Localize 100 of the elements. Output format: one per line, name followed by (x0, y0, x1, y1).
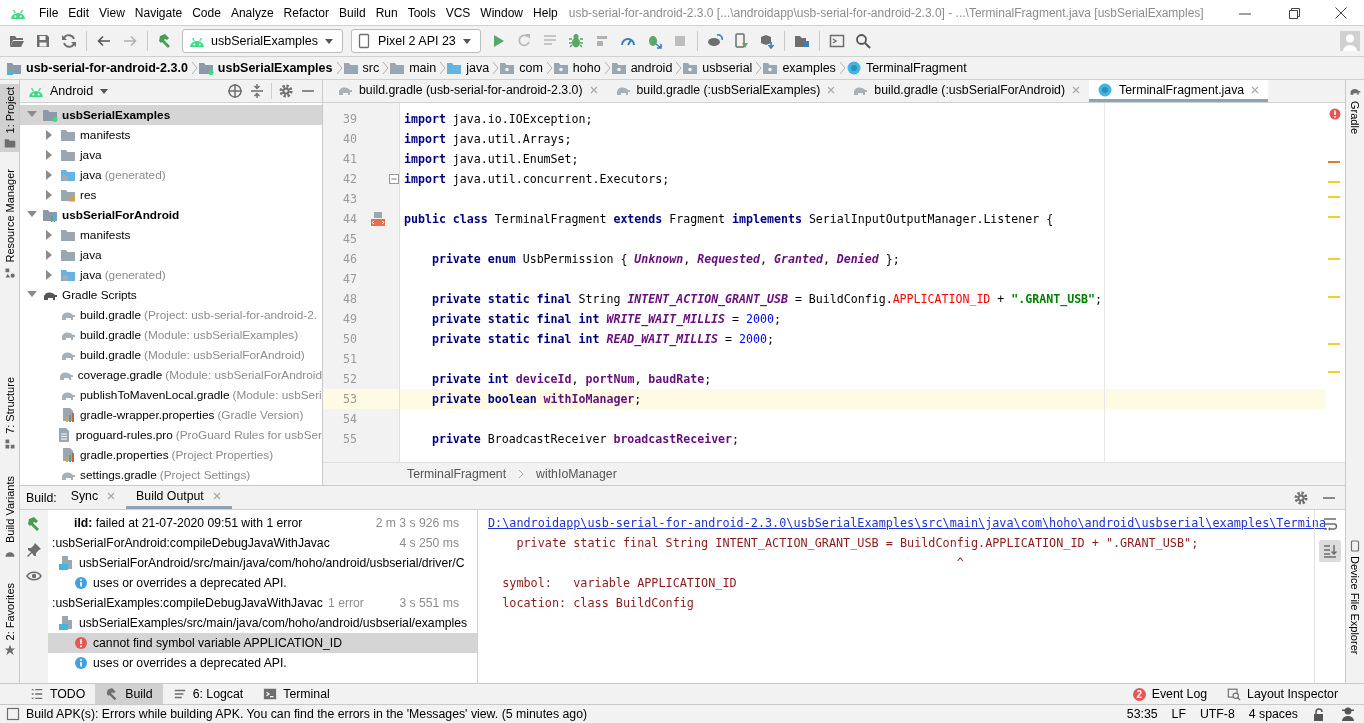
tree-item[interactable]: usbSerialExamples (20, 105, 322, 125)
collapse-icon[interactable] (249, 83, 265, 99)
menu-item[interactable]: Edit (63, 2, 95, 23)
tree-item[interactable]: proguard-rules.pro (ProGuard Rules for usbSer (20, 425, 322, 445)
event-log-button[interactable]: 2 Event Log (1122, 684, 1218, 704)
editor-tab[interactable]: build.gradle (:usbSerialForAndroid) (844, 80, 1090, 102)
tree-item[interactable]: build.gradle (Module: usbSerialExamples) (20, 325, 322, 345)
build-tree-item[interactable]: usbSerialForAndroid/src/main/java/com/hoho/android/usbserial/driver/C (48, 553, 477, 573)
search-icon[interactable] (854, 33, 871, 49)
build-tree-item[interactable]: :usbSerialForAndroid:compileDebugJavaWithJavac 4 s 250 ms (48, 533, 477, 553)
save-icon[interactable] (35, 33, 51, 49)
cube-download-icon[interactable] (758, 33, 775, 49)
build-tree-item[interactable]: uses or overrides a deprecated API. (48, 573, 477, 593)
tree-item[interactable]: manifests (20, 225, 322, 245)
breadcrumb-item[interactable]: src (342, 60, 383, 76)
tool-window-tab[interactable]: Resource Manager (0, 166, 19, 283)
tool-window-tab[interactable]: 1: Project (0, 84, 19, 153)
menu-item[interactable]: Refactor (278, 2, 334, 23)
forward-arrow-icon[interactable] (122, 33, 138, 49)
debug-icon[interactable] (567, 33, 584, 49)
build-tree-item[interactable]: cannot find symbol variable APPLICATION_ID (48, 633, 477, 653)
tool-window-tab[interactable]: Terminal (253, 684, 340, 704)
tree-item[interactable]: gradle.properties (Project Properties) (20, 445, 322, 465)
rerun-icon[interactable] (515, 33, 532, 49)
tree-item[interactable]: build.gradle (Project: usb-serial-for-android-2. (20, 305, 322, 325)
restore-icon[interactable] (1286, 5, 1300, 20)
panel-tab[interactable]: Sync (60, 486, 127, 509)
tree-item[interactable]: java (generated) (20, 265, 322, 285)
tree-item[interactable]: java (generated) (20, 165, 322, 185)
menu-item[interactable]: Run (370, 2, 403, 23)
fold-marker-icon[interactable] (389, 174, 399, 184)
tool-window-tab[interactable]: Build (95, 684, 163, 704)
tool-window-tab[interactable]: Build Variants (0, 472, 19, 562)
menu-item[interactable]: Analyze (225, 2, 279, 23)
editor-tab[interactable]: build.gradle (:usbSerialExamples) (606, 80, 845, 102)
tree-item[interactable]: coverage.gradle (Module: usbSerialForAndroid (20, 365, 322, 385)
pin-icon[interactable] (26, 542, 42, 558)
breadcrumb-item[interactable]: com (499, 60, 546, 76)
menu-item[interactable]: VCS (440, 2, 476, 23)
layout-inspector-button[interactable]: Layout Inspector (1217, 684, 1348, 704)
menu-item[interactable]: Help (528, 2, 563, 23)
tool-window-tab[interactable]: 6: Logcat (162, 684, 254, 704)
build-tree-item[interactable]: ild: failed at 21-07-2020 09:51 with 1 error 2 m 3 s 926 ms (48, 513, 477, 533)
hammer-icon[interactable] (157, 33, 173, 49)
panel-toggle-icon[interactable] (6, 707, 20, 721)
breadcrumb-item[interactable]: main (389, 60, 440, 76)
build-tree-item[interactable]: :usbSerialExamples:compileDebugJavaWithJavac 1 error 3 s 551 ms (48, 593, 477, 613)
tree-item[interactable]: settings.gradle (Project Settings) (20, 465, 322, 485)
lock-icon[interactable] (1312, 707, 1326, 721)
line-separator[interactable]: LF (1171, 707, 1186, 721)
settings-icon[interactable] (278, 83, 294, 99)
tree-item[interactable]: Gradle Scripts (20, 285, 322, 305)
build-tree-item[interactable]: usbSerialExamples/src/main/java/com/hoho/android/usbserial/examples (48, 613, 477, 633)
folder-grid-icon[interactable] (793, 33, 810, 49)
editor-tab[interactable]: TerminalFragment.java (1089, 80, 1269, 102)
menu-item[interactable]: Tools (402, 2, 441, 23)
tree-item[interactable]: build.gradle (Module: usbSerialForAndroid) (20, 345, 322, 365)
view-dropdown[interactable]: Android (28, 83, 110, 99)
breadcrumb-item[interactable]: examples (762, 60, 839, 76)
menu-item[interactable]: Code (187, 2, 226, 23)
file-path-link[interactable]: D:\androidapp\usb-serial-for-android-2.3.0\usbSerialExamples\src\main\java\com\hoho\android\usbserial\examples\Termina (488, 516, 1327, 530)
breadcrumb-item[interactable]: usbSerialExamples (197, 60, 336, 76)
run-configuration-dropdown[interactable]: usbSerialExamples (182, 29, 343, 53)
elephant-sync-icon[interactable] (706, 33, 723, 49)
caret-position[interactable]: 53:35 (1126, 707, 1158, 721)
tool-window-tab[interactable]: TODO (20, 684, 96, 704)
tree-item[interactable]: res (20, 185, 322, 205)
tree-item[interactable]: java (20, 245, 322, 265)
build-tree-item[interactable]: uses or overrides a deprecated API. (48, 653, 477, 673)
menu-item[interactable]: File (34, 2, 64, 23)
tool-window-tab[interactable]: 2: Favorites (0, 579, 19, 660)
open-folder-icon[interactable] (9, 33, 25, 49)
breadcrumb-item[interactable]: hoho (552, 60, 604, 76)
close-icon[interactable] (1334, 5, 1348, 20)
phone-icon[interactable] (732, 33, 749, 49)
breadcrumb-item[interactable]: TerminalFragment (407, 467, 507, 481)
tool-window-tab[interactable]: 7: Structure (0, 374, 19, 453)
locate-icon[interactable] (227, 83, 243, 99)
scroll-to-end-icon[interactable] (1322, 543, 1338, 559)
tree-item[interactable]: manifests (20, 125, 322, 145)
panel-tab[interactable]: Build Output (126, 486, 232, 509)
tool-window-tab[interactable]: Gradle (1346, 82, 1364, 138)
file-encoding[interactable]: UTF-8 (1199, 707, 1235, 721)
tree-item[interactable]: publishToMavenLocal.gradle (Module: usbSeri (20, 385, 322, 405)
editor-tab[interactable]: build.gradle (usb-serial-for-android-2.3.0) (329, 80, 607, 102)
settings-icon[interactable] (1293, 489, 1309, 506)
hammer-icon[interactable] (26, 516, 42, 532)
layout-file-icon[interactable] (370, 211, 386, 227)
device-dropdown[interactable]: Pixel 2 API 23 (351, 29, 481, 53)
breadcrumb-item[interactable]: android (610, 60, 676, 76)
sync-icon[interactable] (61, 33, 77, 49)
error-indicator-icon[interactable] (1329, 108, 1341, 120)
tree-item[interactable]: usbSerialForAndroid (20, 205, 322, 225)
window-icon[interactable] (828, 33, 845, 49)
tool-window-tab[interactable]: Device File Explorer (1346, 537, 1364, 658)
menu-item[interactable]: View (94, 2, 130, 23)
menu-item[interactable]: Build (333, 2, 371, 23)
tree-item[interactable]: java (20, 145, 322, 165)
tree-item[interactable]: gradle-wrapper.properties (Gradle Version) (20, 405, 322, 425)
breadcrumb-item[interactable]: java (446, 60, 493, 76)
